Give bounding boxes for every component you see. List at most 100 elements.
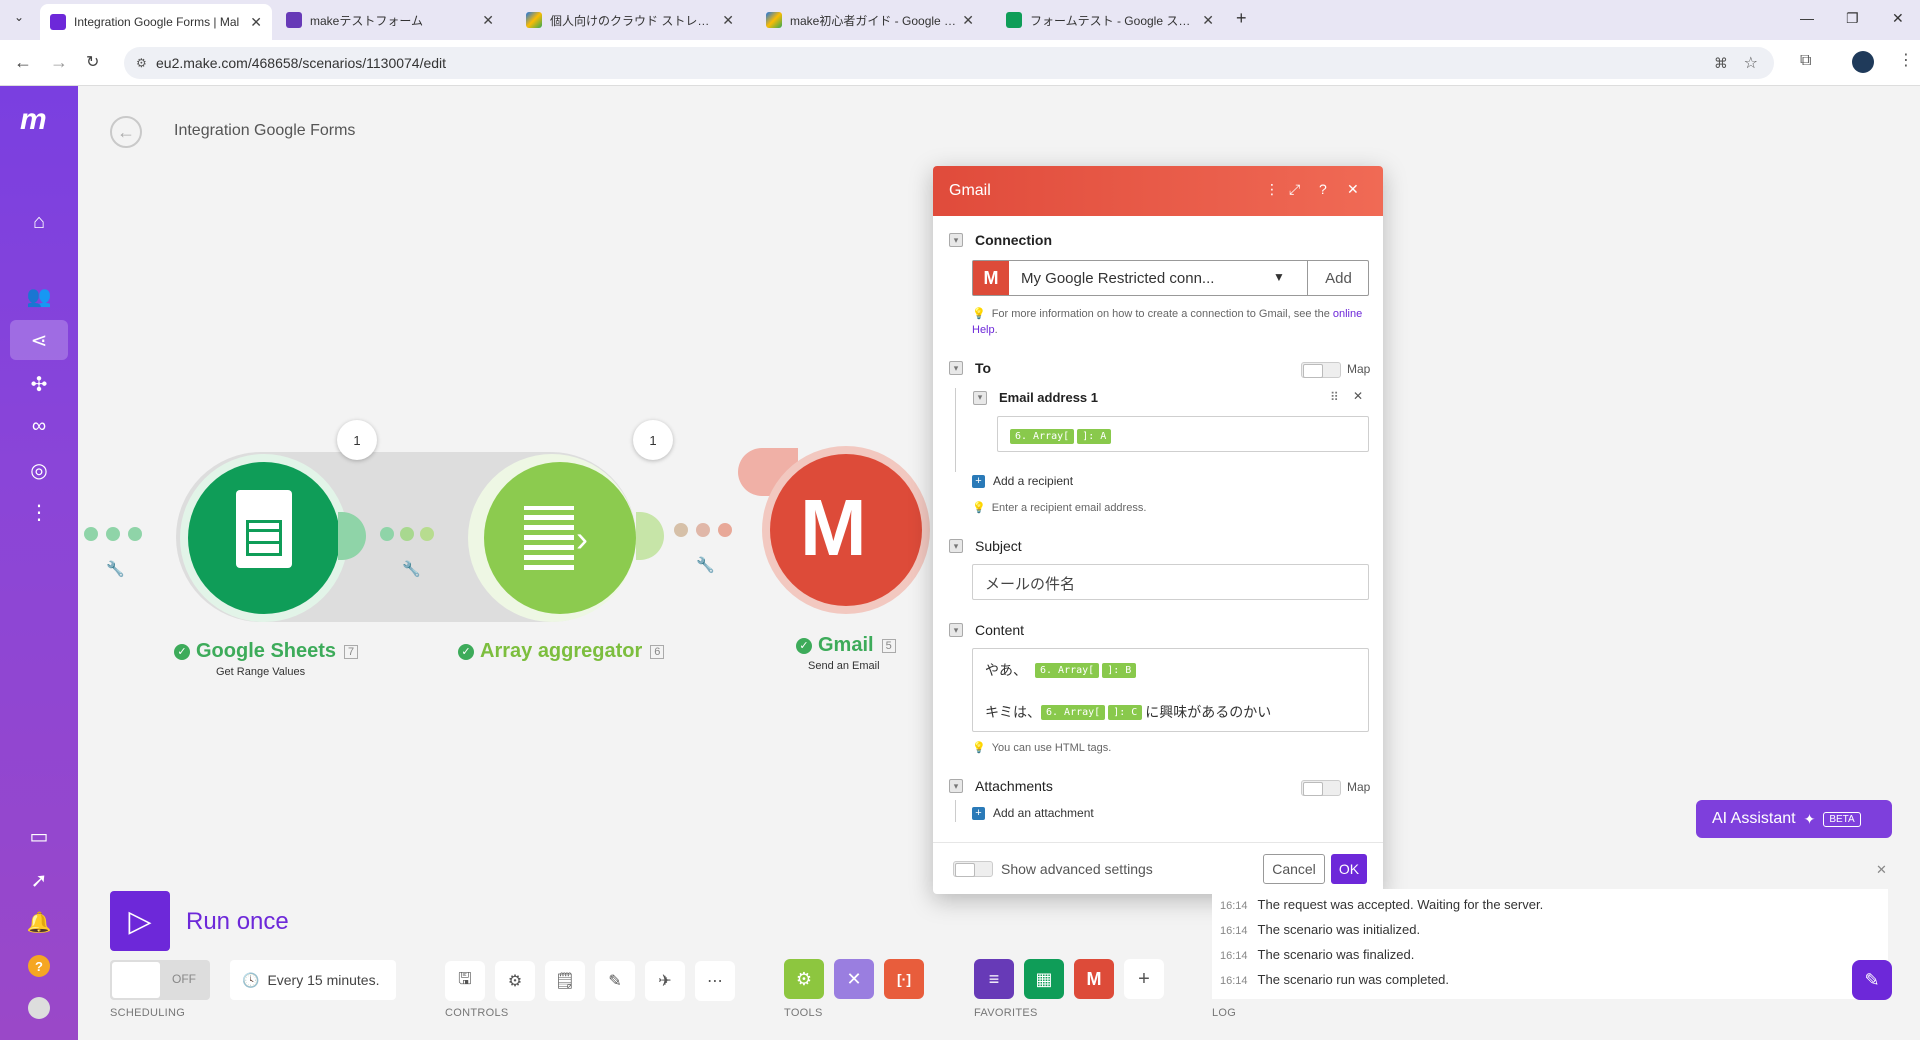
scenario-back-icon[interactable]: ← [110, 116, 142, 148]
browser-tab-2[interactable]: makeテストフォーム ✕ [276, 4, 504, 36]
new-tab-icon[interactable]: + [1236, 8, 1247, 29]
explain-flow-icon[interactable]: ✈ [645, 961, 685, 1001]
webhooks-globe-icon[interactable]: ◎ [10, 450, 68, 490]
mapped-pill[interactable]: ]: A [1077, 429, 1112, 444]
collapse-checkbox-icon[interactable]: ▾ [949, 623, 963, 637]
attachments-map-toggle[interactable] [1301, 780, 1341, 796]
browser-tab-4[interactable]: make初心者ガイド - Google ドラ ✕ [756, 4, 984, 36]
close-tab-icon[interactable]: ✕ [722, 12, 734, 29]
tab-title: 個人向けのクラウド ストレージおよび [550, 13, 716, 28]
gmail-fav-icon[interactable]: M [1074, 959, 1114, 999]
reload-icon[interactable]: ↻ [86, 52, 99, 72]
tab-search-icon[interactable]: ⌄ [14, 10, 24, 24]
close-tab-icon[interactable]: ✕ [962, 12, 974, 29]
forward-nav-icon[interactable]: → [50, 52, 68, 73]
wrench-icon[interactable]: 🔧 [402, 560, 421, 578]
to-map-toggle[interactable] [1301, 362, 1341, 378]
ai-assistant-button[interactable]: AI Assistant ✦ BETA [1696, 800, 1892, 838]
mapped-pill[interactable]: ]: B [1102, 662, 1137, 678]
home-icon[interactable]: ⌂ [10, 202, 68, 242]
browser-tab-1[interactable]: Integration Google Forms | Mal ✕ [40, 4, 272, 40]
close-tab-icon[interactable]: ✕ [250, 14, 262, 31]
add-connection-button[interactable]: Add [1307, 261, 1369, 295]
add-recipient-button[interactable]: + Add a recipient [972, 474, 1073, 488]
restore-icon[interactable]: ❐ [1846, 10, 1859, 27]
log-text: The scenario was initialized. [1257, 922, 1421, 937]
back-nav-icon[interactable]: ← [14, 52, 32, 73]
team-icon[interactable]: 👥 [10, 276, 68, 316]
collapse-checkbox-icon[interactable]: ▾ [949, 233, 963, 247]
mapped-pill[interactable]: 6. Array[ [1010, 429, 1075, 444]
scenarios-share-icon[interactable]: ⋖ [10, 320, 68, 360]
connections-link-icon[interactable]: ∞ [10, 406, 68, 446]
browser-tab-5[interactable]: フォームテスト - Google スプレッドシ ✕ [996, 4, 1224, 36]
ok-button[interactable]: OK [1331, 854, 1367, 884]
close-window-icon[interactable]: ✕ [1892, 10, 1904, 27]
add-favorite-icon[interactable]: + [1124, 959, 1164, 999]
connection-select[interactable]: M My Google Restricted conn... ▼ Add [972, 260, 1369, 296]
translate-icon[interactable]: ⌘ [1714, 55, 1728, 72]
gmail-module[interactable]: M [770, 454, 922, 606]
mapped-pill[interactable]: ]: C [1108, 704, 1143, 720]
tools-gear-icon[interactable]: ⚙ [784, 959, 824, 999]
email-address-input[interactable]: 6. Array[]: A [997, 416, 1369, 452]
mapped-pill[interactable]: 6. Array[ [1041, 704, 1106, 720]
url-field[interactable]: ⚙ eu2.make.com/468658/scenarios/1130074/… [124, 47, 1774, 79]
close-tab-icon[interactable]: ✕ [1202, 12, 1214, 29]
more-icon[interactable]: ⋮ [10, 492, 68, 532]
collapse-checkbox-icon[interactable]: ▾ [949, 361, 963, 375]
text-parser-icon[interactable]: [·] [884, 959, 924, 999]
advanced-settings-toggle[interactable] [953, 861, 993, 877]
remove-recipient-icon[interactable]: ✕ [1353, 389, 1363, 403]
google-sheets-fav-icon[interactable]: ▦ [1024, 959, 1064, 999]
launch-rocket-icon[interactable]: ➚ [10, 860, 68, 900]
collapse-checkbox-icon[interactable]: ▾ [973, 390, 987, 405]
collapse-checkbox-icon[interactable]: ▾ [949, 539, 963, 553]
settings-gear-icon[interactable]: ⚙ [495, 961, 535, 1001]
profile-avatar[interactable] [1852, 51, 1874, 73]
dialog-expand-icon[interactable]: ⤢ [1289, 181, 1300, 198]
dialog-menu-icon[interactable]: ⋮ [1265, 181, 1279, 198]
apps-puzzle-icon[interactable]: ✣ [10, 364, 68, 404]
run-once-button[interactable]: ▷ [110, 891, 170, 951]
subject-input[interactable]: メールの件名 [972, 564, 1369, 600]
make-logo-icon[interactable]: m [20, 105, 60, 135]
notes-icon[interactable]: 🗒 [545, 961, 585, 1001]
scheduling-toggle[interactable]: OFF [110, 960, 210, 1000]
wrench-icon[interactable]: 🔧 [696, 556, 715, 574]
close-tab-icon[interactable]: ✕ [482, 12, 494, 29]
browser-menu-icon[interactable]: ⋮ [1898, 50, 1914, 70]
google-sheets-module[interactable] [188, 462, 340, 614]
google-forms-fav-icon[interactable]: ≡ [974, 959, 1014, 999]
bookmark-star-icon[interactable]: ☆ [1744, 53, 1758, 73]
flow-control-icon[interactable]: ✕ [834, 959, 874, 999]
minimize-icon[interactable]: — [1800, 10, 1814, 26]
collapse-checkbox-icon[interactable]: ▾ [949, 779, 963, 793]
docs-book-icon[interactable]: ▭ [10, 816, 68, 856]
aggregator-operations-bubble[interactable]: 1 [633, 420, 673, 460]
auto-align-wand-icon[interactable]: ✎ [595, 961, 635, 1001]
run-once-label[interactable]: Run once [186, 908, 289, 936]
mapped-pill[interactable]: 6. Array[ [1035, 662, 1100, 678]
dialog-close-icon[interactable]: ✕ [1347, 181, 1359, 198]
dropdown-caret-icon[interactable]: ▼ [1273, 270, 1285, 284]
help-icon[interactable]: ? [10, 946, 68, 986]
browser-tab-3[interactable]: 個人向けのクラウド ストレージおよび ✕ [516, 4, 744, 36]
extensions-icon[interactable]: ⧉ [1800, 52, 1811, 70]
wrench-icon[interactable]: 🔧 [106, 560, 125, 578]
chat-support-icon[interactable]: ✎ [1852, 960, 1892, 1000]
array-aggregator-module[interactable]: › [484, 462, 636, 614]
cancel-button[interactable]: Cancel [1263, 854, 1325, 884]
drag-handle-icon[interactable]: ⠿ [1330, 390, 1339, 404]
sheets-operations-bubble[interactable]: 1 [337, 420, 377, 460]
site-info-icon[interactable]: ⚙ [136, 56, 147, 70]
more-options-icon[interactable]: ⋯ [695, 961, 735, 1001]
content-textarea[interactable]: やあ、 6. Array[]: B キミは、 6. Array[]: C に興味… [972, 648, 1369, 732]
save-icon[interactable]: 🖫 [445, 961, 485, 1001]
add-attachment-button[interactable]: + Add an attachment [972, 806, 1094, 820]
user-avatar-icon[interactable] [10, 988, 68, 1028]
dialog-help-icon[interactable]: ? [1319, 181, 1327, 197]
schedule-interval-button[interactable]: 🕓 Every 15 minutes. [230, 960, 396, 1000]
close-log-icon[interactable]: ✕ [1876, 862, 1887, 878]
notifications-bell-icon[interactable]: 🔔 [10, 902, 68, 942]
